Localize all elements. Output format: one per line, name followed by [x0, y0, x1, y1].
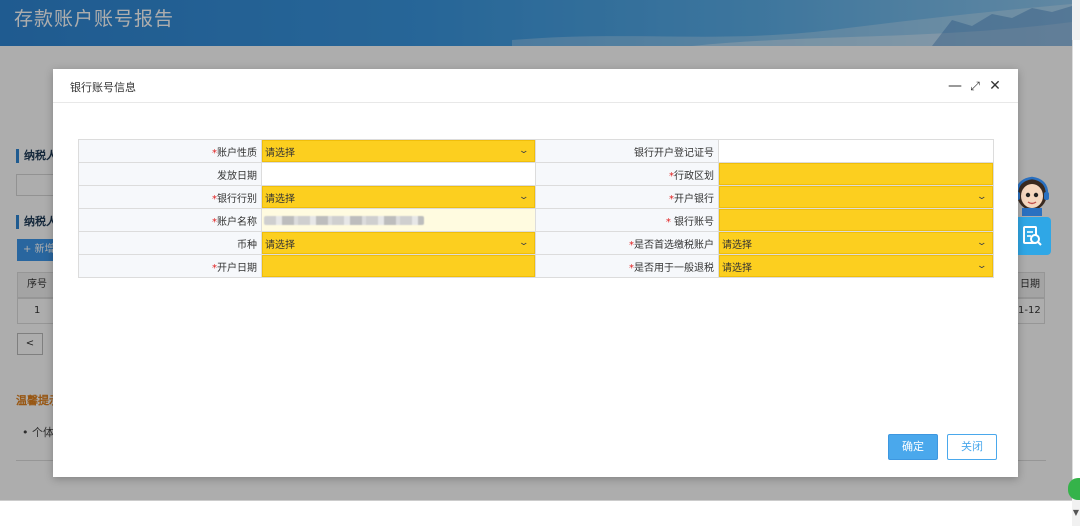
- form-row: *开户日期 *是否用于一般退税 请选择 ⌄: [78, 254, 994, 278]
- field-label-text: 币种: [237, 239, 257, 251]
- field-label-right-3: * 银行账号: [535, 208, 719, 232]
- select-left-4[interactable]: 请选择 ⌄: [262, 232, 535, 254]
- minimize-icon[interactable]: —: [947, 77, 963, 95]
- form-row: 币种 请选择 ⌄ *是否首选缴税账户 请选择 ⌄: [78, 231, 994, 255]
- field-value-cell: [718, 139, 994, 163]
- form-row: 发放日期 *行政区划: [78, 162, 994, 186]
- chevron-down-icon[interactable]: ⌄: [977, 261, 988, 271]
- field-label-left-2: *银行行别: [78, 185, 262, 209]
- confirm-button[interactable]: 确定: [888, 434, 938, 460]
- assistant-avatar-icon[interactable]: [1012, 172, 1052, 216]
- field-label-text: 账户性质: [217, 147, 257, 159]
- field-label-left-1: 发放日期: [78, 162, 262, 186]
- field-label-right-0: 银行开户登记证号: [535, 139, 719, 163]
- field-label-right-4: *是否首选缴税账户: [535, 231, 719, 255]
- field-value-cell: 请选择 ⌄: [261, 185, 536, 209]
- required-input-right-1[interactable]: [719, 163, 993, 185]
- field-label-text: 行政区划: [674, 170, 714, 182]
- chevron-down-icon[interactable]: ⌄: [519, 146, 530, 156]
- field-label-text: 银行开户登记证号: [634, 147, 714, 159]
- floating-badge[interactable]: [1068, 478, 1080, 500]
- scroll-down-icon[interactable]: ▼: [1072, 508, 1080, 526]
- page-bottom: [0, 500, 1072, 526]
- select-value: 请选择: [265, 147, 295, 159]
- field-label-left-4: 币种: [78, 231, 262, 255]
- bank-account-dialog: 银行账号信息 — ⤢ ✕ *账户性质 请选择 ⌄ 银行开户登记证号 发放日期 *行政区划 *…: [53, 69, 1018, 477]
- select-right-2[interactable]: ⌄: [719, 186, 993, 208]
- select-left-0[interactable]: 请选择 ⌄: [262, 140, 535, 162]
- scrollbar-thumb[interactable]: [1072, 40, 1080, 480]
- text-input-right-0[interactable]: [719, 140, 993, 162]
- select-value: 请选择: [722, 239, 752, 251]
- required-input-right-3[interactable]: [719, 209, 993, 231]
- field-label-text: 发放日期: [217, 170, 257, 182]
- field-label-text: 银行账号: [670, 216, 714, 228]
- chevron-down-icon[interactable]: ⌄: [519, 238, 530, 248]
- search-document-icon[interactable]: [1013, 217, 1051, 255]
- form-row: *账户名称 * 银行账号: [78, 208, 994, 232]
- field-value-cell: 请选择 ⌄: [718, 254, 994, 278]
- close-icon[interactable]: ✕: [987, 77, 1003, 95]
- field-label-left-3: *账户名称: [78, 208, 262, 232]
- field-value-cell: [718, 162, 994, 186]
- field-label-text: 是否用于一般退税: [634, 262, 714, 274]
- field-value-cell: ⌄: [718, 185, 994, 209]
- field-label-left-5: *开户日期: [78, 254, 262, 278]
- form-row: *账户性质 请选择 ⌄ 银行开户登记证号: [78, 139, 994, 163]
- field-value-cell: 请选择 ⌄: [261, 139, 536, 163]
- field-label-right-1: *行政区划: [535, 162, 719, 186]
- field-value-cell: [261, 208, 536, 232]
- select-right-4[interactable]: 请选择 ⌄: [719, 232, 993, 254]
- redacted-value: [264, 215, 424, 225]
- select-right-5[interactable]: 请选择 ⌄: [719, 255, 993, 277]
- close-button[interactable]: 关闭: [947, 434, 997, 460]
- chevron-down-icon[interactable]: ⌄: [977, 192, 988, 202]
- field-label-text: 开户日期: [217, 262, 257, 274]
- field-value-cell: [261, 162, 536, 186]
- select-value: 请选择: [265, 193, 295, 205]
- account-name-field[interactable]: [262, 209, 535, 231]
- text-input-left-1[interactable]: [262, 163, 535, 185]
- select-left-2[interactable]: 请选择 ⌄: [262, 186, 535, 208]
- field-label-text: 账户名称: [217, 216, 257, 228]
- field-label-text: 开户银行: [674, 193, 714, 205]
- field-value-cell: 请选择 ⌄: [261, 231, 536, 255]
- select-value: 请选择: [722, 262, 752, 274]
- bank-account-form: *账户性质 请选择 ⌄ 银行开户登记证号 发放日期 *行政区划 *银行行别 请选择 ⌄ *开户银行…: [78, 139, 994, 278]
- form-row: *银行行别 请选择 ⌄ *开户银行 ⌄: [78, 185, 994, 209]
- chevron-down-icon[interactable]: ⌄: [977, 238, 988, 248]
- field-label-text: 银行行别: [217, 193, 257, 205]
- dialog-header: 银行账号信息 — ⤢ ✕: [53, 69, 1018, 103]
- field-value-cell: 请选择 ⌄: [718, 231, 994, 255]
- field-value-cell: [718, 208, 994, 232]
- field-label-text: 是否首选缴税账户: [634, 239, 714, 251]
- required-input-left-5[interactable]: [262, 255, 535, 277]
- maximize-icon[interactable]: ⤢: [967, 77, 983, 95]
- field-label-left-0: *账户性质: [78, 139, 262, 163]
- field-label-right-5: *是否用于一般退税: [535, 254, 719, 278]
- field-label-right-2: *开户银行: [535, 185, 719, 209]
- select-value: 请选择: [265, 239, 295, 251]
- dialog-title: 银行账号信息: [70, 81, 136, 94]
- chevron-down-icon[interactable]: ⌄: [519, 192, 530, 202]
- field-value-cell: [261, 254, 536, 278]
